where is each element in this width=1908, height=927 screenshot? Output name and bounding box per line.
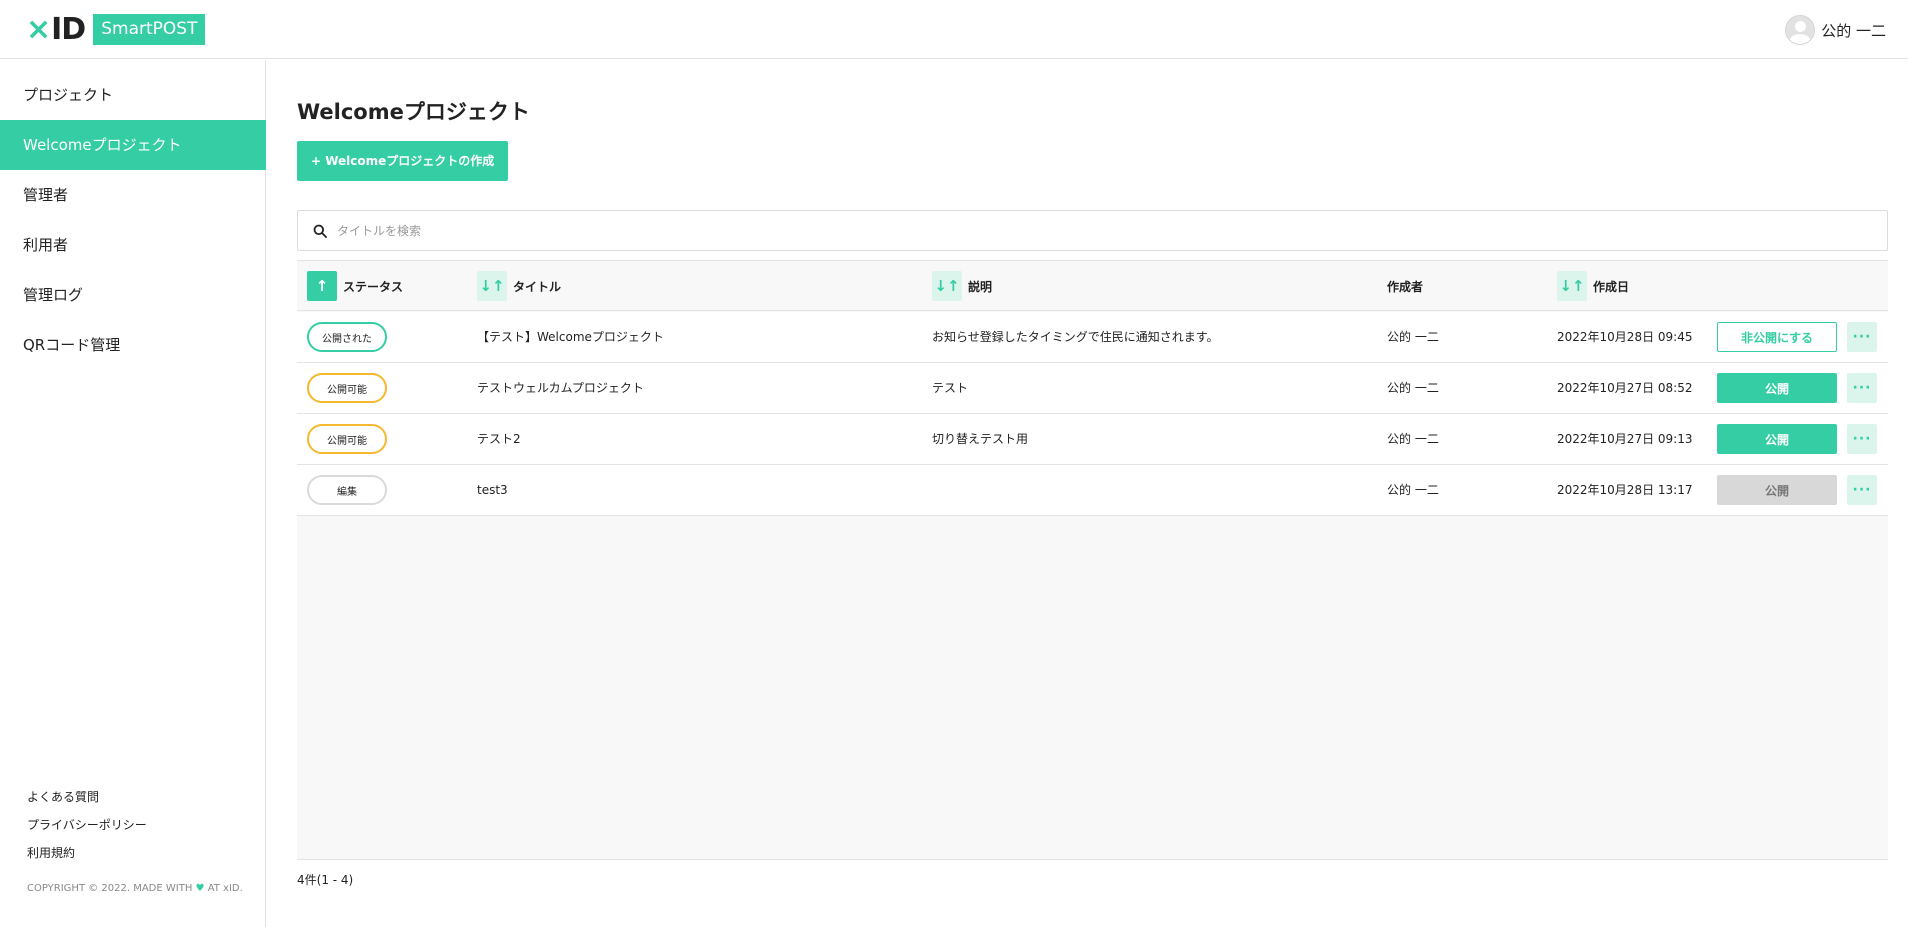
search-bar	[297, 210, 1888, 251]
row-title: テストウェルカムプロジェクト	[477, 381, 644, 395]
projects-table: ↑ ステータス ↓↑ タイトル ↓↑ 説明 作成者 ↓↑ 作成日 公開された 【…	[297, 260, 1888, 860]
sort-toggle-icon[interactable]: ↓↑	[477, 271, 507, 301]
sidebar: プロジェクト Welcomeプロジェクト 管理者 利用者 管理ログ QRコード管…	[0, 60, 266, 927]
more-options-icon[interactable]: ···	[1847, 322, 1877, 352]
app-header: × ID SmartPOST 公的 一二	[0, 0, 1908, 59]
user-menu[interactable]: 公的 一二	[1785, 15, 1886, 45]
terms-link[interactable]: 利用規約	[27, 839, 147, 867]
create-welcome-project-button[interactable]: + Welcomeプロジェクトの作成	[297, 141, 509, 181]
table-row[interactable]: 公開可能 テスト2 切り替えテスト用 公的 一二 2022年10月27日 09:…	[297, 414, 1888, 465]
row-author: 公的 一二	[1387, 483, 1439, 497]
row-description: 切り替えテスト用	[932, 432, 1029, 446]
row-created: 2022年10月28日 13:17	[1557, 483, 1693, 497]
status-badge: 公開された	[307, 322, 387, 352]
column-status-label: ステータス	[343, 279, 404, 294]
sidebar-item-projects[interactable]: プロジェクト	[0, 70, 266, 120]
heart-icon: ♥	[195, 883, 205, 894]
sidebar-item-qr-codes[interactable]: QRコード管理	[0, 320, 266, 370]
more-options-icon[interactable]: ···	[1847, 424, 1877, 454]
copyright: COPYRIGHT © 2022. MADE WITH ♥ AT xID.	[27, 883, 243, 894]
row-title: 【テスト】Welcomeプロジェクト	[477, 330, 664, 344]
row-description: テスト	[932, 381, 969, 395]
row-title: test3	[477, 483, 508, 497]
more-options-icon[interactable]: ···	[1847, 475, 1877, 505]
publish-button-disabled[interactable]: 公開	[1717, 475, 1837, 505]
column-description-label: 説明	[968, 279, 993, 294]
row-created: 2022年10月27日 09:13	[1557, 432, 1693, 446]
table-row[interactable]: 公開された 【テスト】Welcomeプロジェクト お知らせ登録したタイミングで住…	[297, 312, 1888, 363]
publish-button[interactable]: 公開	[1717, 424, 1837, 454]
column-title-label: タイトル	[513, 279, 562, 294]
status-badge: 公開可能	[307, 373, 387, 403]
row-created: 2022年10月28日 09:45	[1557, 330, 1693, 344]
sort-asc-icon[interactable]: ↑	[307, 271, 337, 301]
faq-link[interactable]: よくある質問	[27, 783, 147, 811]
status-badge: 公開可能	[307, 424, 387, 454]
sort-toggle-icon[interactable]: ↓↑	[932, 271, 962, 301]
user-name: 公的 一二	[1821, 21, 1886, 40]
table-row[interactable]: 公開可能 テストウェルカムプロジェクト テスト 公的 一二 2022年10月27…	[297, 363, 1888, 414]
app-logo[interactable]: × ID SmartPOST	[26, 11, 206, 47]
logo-mark-id: ID	[51, 11, 86, 47]
row-author: 公的 一二	[1387, 381, 1439, 395]
footer-links: よくある質問 プライバシーポリシー 利用規約	[27, 783, 147, 867]
column-created: ↓↑ 作成日	[1557, 261, 1629, 311]
column-created-label: 作成日	[1593, 279, 1630, 294]
row-description: お知らせ登録したタイミングで住民に通知されます。	[932, 330, 1219, 344]
column-author-label: 作成者	[1387, 279, 1424, 294]
unpublish-button[interactable]: 非公開にする	[1717, 322, 1837, 352]
search-icon	[313, 224, 327, 238]
table-header: ↑ ステータス ↓↑ タイトル ↓↑ 説明 作成者 ↓↑ 作成日	[297, 261, 1888, 311]
column-status: ↑ ステータス	[307, 261, 403, 311]
row-title: テスト2	[477, 432, 521, 446]
row-author: 公的 一二	[1387, 432, 1439, 446]
search-input[interactable]	[337, 223, 1837, 238]
copyright-suffix: AT xID.	[207, 883, 243, 894]
sidebar-nav: プロジェクト Welcomeプロジェクト 管理者 利用者 管理ログ QRコード管…	[0, 70, 266, 370]
more-options-icon[interactable]: ···	[1847, 373, 1877, 403]
privacy-policy-link[interactable]: プライバシーポリシー	[27, 811, 147, 839]
publish-button[interactable]: 公開	[1717, 373, 1837, 403]
column-description: ↓↑ 説明	[932, 261, 992, 311]
sidebar-item-admin-log[interactable]: 管理ログ	[0, 270, 266, 320]
avatar-icon	[1785, 15, 1816, 45]
logo-mark-x: ×	[26, 11, 52, 47]
row-author: 公的 一二	[1387, 330, 1439, 344]
column-author: 作成者	[1387, 261, 1423, 311]
page-title: Welcomeプロジェクト	[297, 100, 530, 124]
sidebar-item-welcome-projects[interactable]: Welcomeプロジェクト	[0, 120, 266, 170]
table-row[interactable]: 編集 test3 公的 一二 2022年10月28日 13:17 公開 ···	[297, 465, 1888, 516]
row-created: 2022年10月27日 08:52	[1557, 381, 1693, 395]
result-count: 4件(1 - 4)	[297, 873, 354, 887]
sidebar-item-admins[interactable]: 管理者	[0, 170, 266, 220]
logo-badge: SmartPOST	[93, 14, 206, 45]
sort-toggle-icon[interactable]: ↓↑	[1557, 271, 1587, 301]
column-title: ↓↑ タイトル	[477, 261, 561, 311]
status-badge: 編集	[307, 475, 387, 505]
sidebar-item-users[interactable]: 利用者	[0, 220, 266, 270]
copyright-prefix: COPYRIGHT © 2022. MADE WITH	[27, 883, 193, 894]
